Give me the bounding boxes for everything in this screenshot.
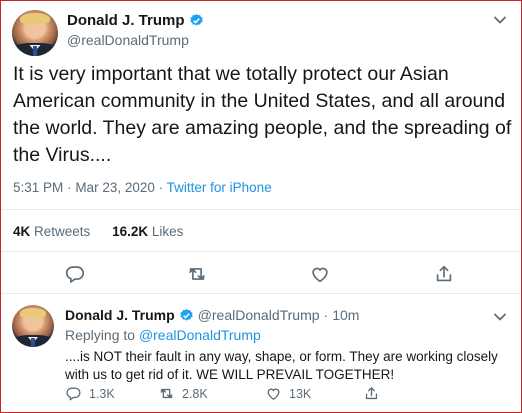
meta-separator: · (158, 180, 164, 195)
heart-icon[interactable] (309, 263, 331, 285)
verified-badge-icon (179, 308, 194, 323)
verified-badge-icon (189, 13, 204, 28)
tweet-meta: 5:31 PM · Mar 23, 2020 · Twitter for iPh… (13, 180, 272, 195)
author-name-row[interactable]: Donald J. Trump (67, 12, 204, 29)
retweet-icon[interactable] (158, 385, 175, 402)
reply-actions: 1.3K 2.8K 13K (65, 385, 505, 405)
likes-label: Likes (151, 224, 184, 239)
avatar[interactable] (12, 10, 58, 56)
engagement-stats: 4K Retweets 16.2K Likes (13, 224, 183, 239)
heart-icon[interactable] (265, 385, 282, 402)
share-action[interactable] (363, 385, 380, 402)
retweet-icon[interactable] (186, 263, 208, 285)
avatar[interactable] (12, 305, 54, 347)
retweets-count: 4K (13, 224, 31, 239)
author-name[interactable]: Donald J. Trump (65, 307, 175, 323)
reply-action[interactable]: 1.3K (65, 385, 115, 402)
reply-count: 1.3K (89, 386, 115, 401)
divider (1, 293, 521, 294)
share-icon[interactable] (433, 263, 455, 285)
tweet-time[interactable]: 5:31 PM (13, 180, 63, 195)
share-icon[interactable] (363, 385, 380, 402)
author-handle[interactable]: @realDonaldTrump (198, 307, 320, 323)
divider (1, 209, 521, 210)
meta-separator: · (323, 307, 329, 323)
like-count: 13K (289, 386, 312, 401)
likes-stat[interactable]: 16.2K Likes (112, 224, 183, 239)
retweets-stat[interactable]: 4K Retweets (13, 224, 90, 239)
reply-header: Donald J. Trump @realDonaldTrump · 10m (65, 307, 359, 323)
tweet-age[interactable]: 10m (332, 307, 359, 323)
tweet-thread-card: Donald J. Trump @realDonaldTrump It is v… (0, 0, 522, 413)
tweet-text: It is very important that we totally pro… (13, 63, 512, 166)
tweet-actions (1, 263, 521, 287)
tweet-date[interactable]: Mar 23, 2020 (75, 180, 155, 195)
reply-icon[interactable] (64, 263, 86, 285)
replying-prefix: Replying to (65, 327, 136, 343)
replying-to: Replying to @realDonaldTrump (65, 327, 261, 343)
tweet-source-link[interactable]: Twitter for iPhone (167, 180, 272, 195)
reply-text: ....is NOT their fault in any way, shape… (65, 349, 498, 382)
divider (1, 251, 521, 252)
meta-separator: · (67, 180, 72, 195)
chevron-down-icon[interactable] (493, 310, 507, 324)
retweet-count: 2.8K (182, 386, 208, 401)
author-name[interactable]: Donald J. Trump (67, 12, 185, 29)
replying-handle-link[interactable]: @realDonaldTrump (139, 327, 261, 343)
like-action[interactable]: 13K (265, 385, 311, 402)
chevron-down-icon[interactable] (493, 13, 507, 27)
reply-icon[interactable] (65, 385, 82, 402)
retweet-action[interactable]: 2.8K (158, 385, 208, 402)
author-handle[interactable]: @realDonaldTrump (67, 32, 189, 48)
retweets-label: Retweets (34, 224, 91, 239)
likes-count: 16.2K (112, 224, 149, 239)
